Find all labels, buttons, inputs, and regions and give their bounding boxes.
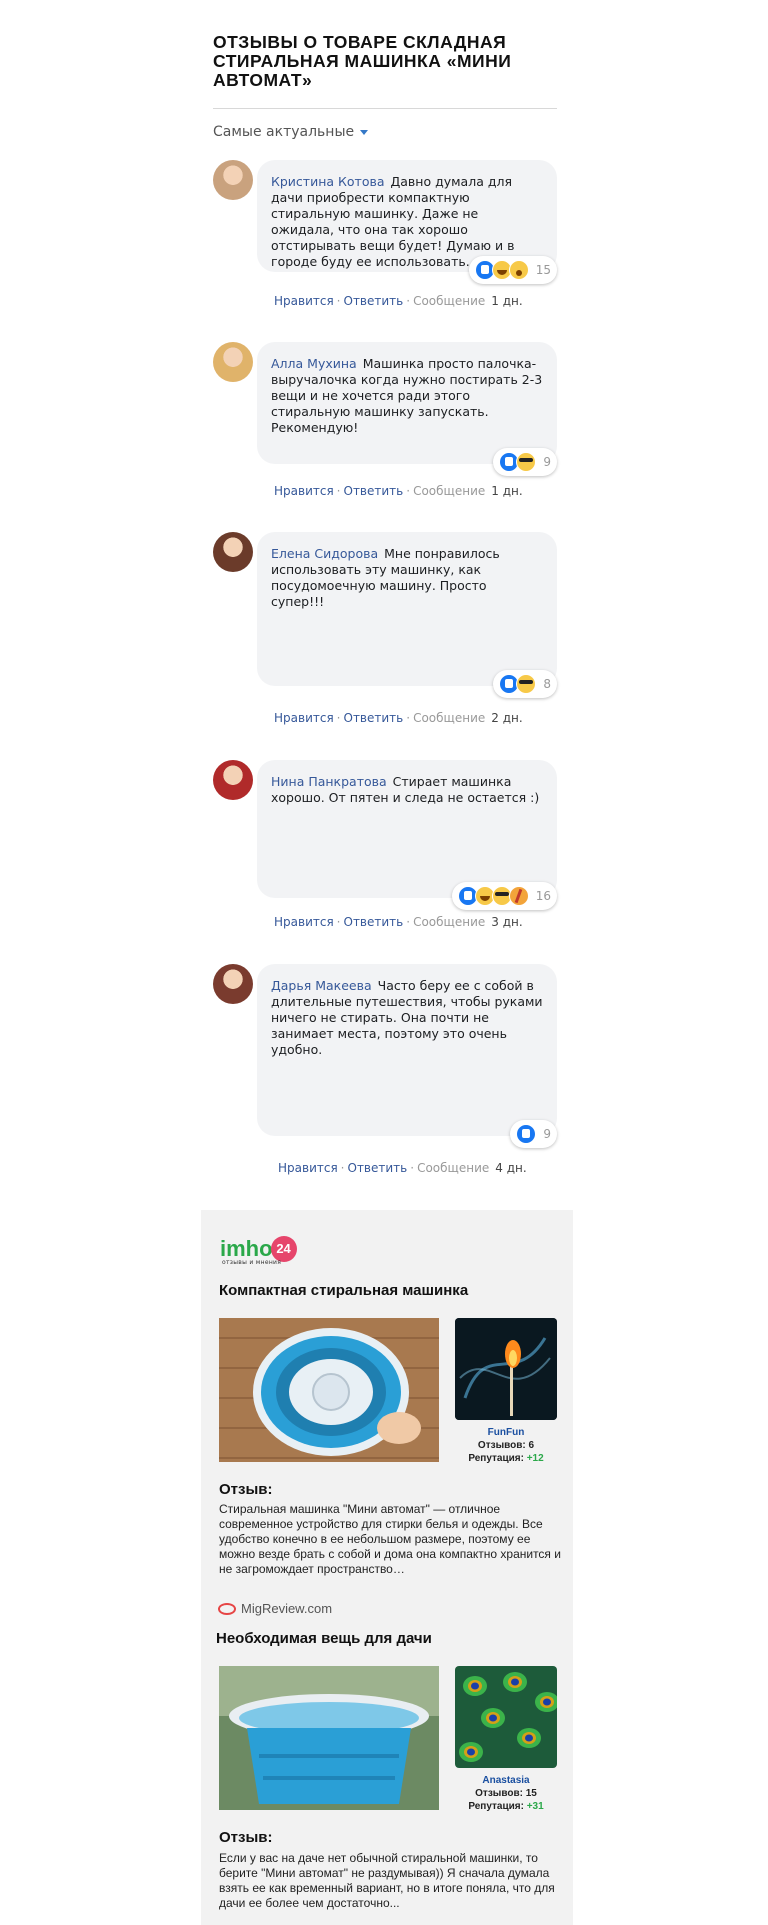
- comment-author[interactable]: Нина Панкратова: [271, 774, 387, 789]
- product-photo: [219, 1318, 439, 1462]
- like-link[interactable]: Нравится: [274, 484, 334, 498]
- reaction-count: 9: [543, 1127, 551, 1141]
- sort-dropdown[interactable]: Самые актуальные: [213, 124, 369, 140]
- separator: ·: [410, 1161, 415, 1175]
- comment-bubble: Дарья Макеева Часто беру ее с собой в дли…: [257, 964, 557, 1136]
- reviewer-name[interactable]: FunFun: [455, 1426, 557, 1439]
- reactions-summary[interactable]: 16: [451, 882, 557, 910]
- reviewer-info: FunFun Отзывов: 6 Репутация: +12: [455, 1426, 557, 1465]
- wow-icon: [508, 260, 529, 280]
- product-photo: [219, 1666, 439, 1810]
- comment-actions: Нравится · Ответить · Сообщение 1 дн.: [274, 484, 523, 498]
- reviewer-name[interactable]: Anastasia: [455, 1774, 557, 1787]
- review-text: Если у вас на даче нет обычной стирально…: [219, 1851, 555, 1910]
- comment-time: 3 дн.: [491, 915, 523, 929]
- reactions-summary[interactable]: 9: [510, 1120, 557, 1148]
- avatar[interactable]: [213, 160, 253, 200]
- user-avatar-funfun[interactable]: [455, 1318, 557, 1420]
- separator: ·: [340, 1161, 345, 1175]
- avatar[interactable]: [213, 964, 253, 1004]
- reply-link[interactable]: Ответить: [344, 915, 404, 929]
- reaction-count: 8: [543, 677, 551, 691]
- like-link[interactable]: Нравится: [274, 294, 334, 308]
- message-link[interactable]: Сообщение: [413, 915, 485, 929]
- migreview-source[interactable]: MigReview.com: [218, 1601, 332, 1616]
- reviews-count: 15: [525, 1788, 537, 1799]
- like-link[interactable]: Нравится: [274, 915, 334, 929]
- like-link[interactable]: Нравится: [274, 711, 334, 725]
- reviewer-info: Anastasia Отзывов: 15 Репутация: +31: [455, 1774, 557, 1813]
- comment-bubble: Елена Сидорова Мне понравилось использова…: [257, 532, 557, 686]
- message-link[interactable]: Сообщение: [413, 484, 485, 498]
- reviews-count: 6: [528, 1440, 535, 1451]
- reaction-count: 15: [535, 263, 551, 277]
- separator: ·: [406, 484, 411, 498]
- comment-author[interactable]: Алла Мухина: [271, 356, 357, 371]
- reaction-count: 9: [543, 455, 551, 469]
- reply-link[interactable]: Ответить: [344, 711, 404, 725]
- reputation-label: Репутация:: [468, 1453, 524, 1464]
- source-label: MigReview.com: [241, 1601, 333, 1616]
- avatar[interactable]: [213, 342, 253, 382]
- like-icon: [516, 1124, 537, 1144]
- comment-author[interactable]: Кристина Котова: [271, 174, 385, 189]
- title-divider: [213, 108, 557, 109]
- caret-down-icon: [360, 129, 369, 135]
- reply-link[interactable]: Ответить: [344, 294, 404, 308]
- separator: ·: [336, 294, 341, 308]
- separator: ·: [336, 711, 341, 725]
- logo-text: imho: [220, 1236, 273, 1261]
- comment-time: 4 дн.: [495, 1161, 527, 1175]
- reviews-count-label: Отзывов:: [475, 1788, 523, 1799]
- comment-bubble: Нина Панкратова Стирает машинка хорошо. О…: [257, 760, 557, 898]
- comment-actions: Нравится · Ответить · Сообщение 3 дн.: [274, 915, 523, 929]
- review-heading: Отзыв:: [219, 1481, 273, 1498]
- review-title[interactable]: Необходимая вещь для дачи: [216, 1630, 432, 1647]
- reactions-summary[interactable]: 8: [493, 670, 557, 698]
- comment-actions: Нравится · Ответить · Сообщение 4 дн.: [278, 1161, 527, 1175]
- eye-icon: [218, 1602, 236, 1615]
- reputation-value: +12: [526, 1453, 544, 1464]
- reaction-count: 16: [535, 889, 551, 903]
- reputation-value: +31: [526, 1801, 544, 1812]
- comment-author[interactable]: Елена Сидорова: [271, 546, 378, 561]
- reviews-count-label: Отзывов:: [477, 1440, 526, 1451]
- reply-link[interactable]: Ответить: [348, 1161, 408, 1175]
- reply-link[interactable]: Ответить: [344, 484, 404, 498]
- comment-time: 1 дн.: [491, 484, 523, 498]
- party-icon: [508, 886, 529, 906]
- reputation-label: Репутация:: [468, 1801, 524, 1812]
- comment-actions: Нравится · Ответить · Сообщение 1 дн.: [274, 294, 523, 308]
- separator: ·: [336, 915, 341, 929]
- comment-time: 2 дн.: [491, 711, 523, 725]
- separator: ·: [336, 484, 341, 498]
- message-link[interactable]: Сообщение: [413, 711, 485, 725]
- cool-icon: [516, 452, 537, 472]
- message-link[interactable]: Сообщение: [413, 294, 485, 308]
- cool-icon: [516, 674, 537, 694]
- reactions-summary[interactable]: 15: [468, 256, 557, 284]
- separator: ·: [406, 294, 411, 308]
- separator: ·: [406, 711, 411, 725]
- page-title: ОТЗЫВЫ О ТОВАРЕ СКЛАДНАЯ СТИРАЛЬНАЯ МАШИ…: [213, 32, 512, 90]
- message-link[interactable]: Сообщение: [417, 1161, 489, 1175]
- comment-bubble: Алла Мухина Машинка просто палочка-выруча…: [257, 342, 557, 464]
- comment-actions: Нравится · Ответить · Сообщение 2 дн.: [274, 711, 523, 725]
- avatar[interactable]: [213, 760, 253, 800]
- separator: ·: [406, 915, 411, 929]
- comment-author[interactable]: Дарья Макеева: [271, 978, 372, 993]
- like-link[interactable]: Нравится: [278, 1161, 338, 1175]
- avatar[interactable]: [213, 532, 253, 572]
- review-heading: Отзыв:: [219, 1829, 273, 1846]
- comment-time: 1 дн.: [491, 294, 523, 308]
- logo-tagline: отзывы и мнения: [222, 1259, 282, 1266]
- review-text: Стиральная машинка "Мини автомат" — отли…: [219, 1502, 561, 1576]
- sort-label: Самые актуальные: [213, 124, 355, 140]
- reactions-summary[interactable]: 9: [493, 448, 557, 476]
- user-avatar-anastasia[interactable]: [455, 1666, 557, 1768]
- review-title[interactable]: Компактная стиральная машинка: [219, 1282, 468, 1299]
